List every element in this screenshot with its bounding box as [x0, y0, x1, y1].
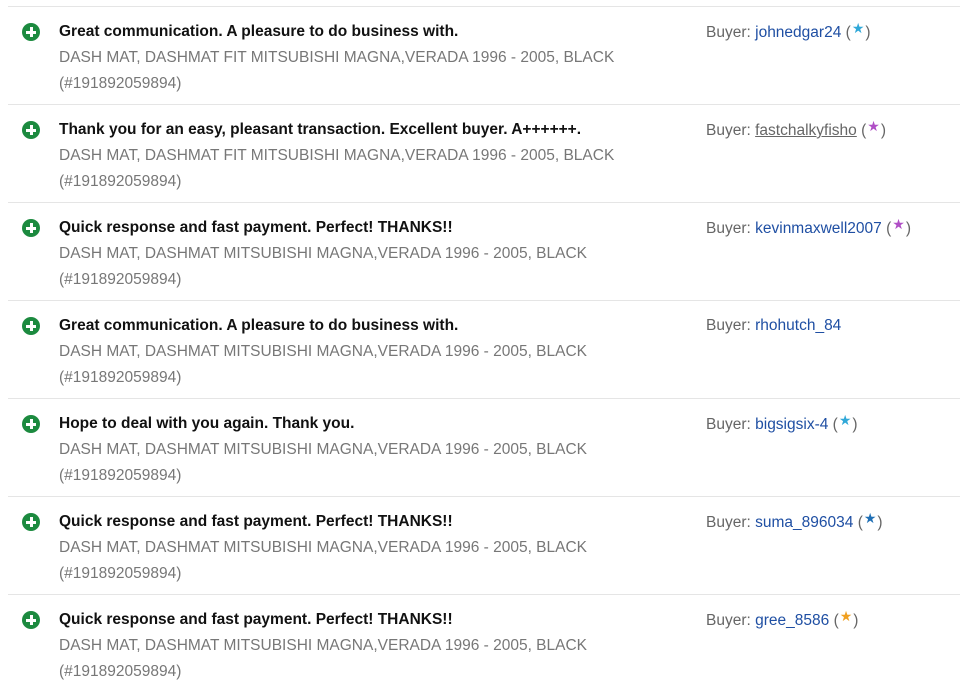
buyer-username-link[interactable]: fastchalkyfisho — [755, 122, 857, 139]
feedback-row: Thank you for an easy, pleasant transact… — [8, 104, 960, 202]
buyer-username-link[interactable]: gree_8586 — [755, 612, 829, 629]
item-title: DASH MAT, DASHMAT MITSUBISHI MAGNA,VERAD… — [59, 633, 669, 685]
item-title: DASH MAT, DASHMAT MITSUBISHI MAGNA,VERAD… — [59, 535, 669, 587]
buyer-prefix: Buyer: — [706, 122, 751, 139]
paren-open: ( — [845, 24, 851, 41]
positive-rating-icon — [22, 317, 40, 335]
feedback-star-icon[interactable]: ★ — [892, 213, 905, 235]
buyer-username-link[interactable]: suma_896034 — [755, 514, 853, 531]
buyer-prefix: Buyer: — [706, 612, 751, 629]
feedback-comment: Great communication. A pleasure to do bu… — [59, 317, 459, 334]
item-name: DASH MAT, DASHMAT MITSUBISHI MAGNA,VERAD… — [59, 441, 588, 458]
positive-rating-icon — [22, 415, 40, 433]
feedback-row: Quick response and fast payment. Perfect… — [8, 594, 960, 692]
item-title: DASH MAT, DASHMAT FIT MITSUBISHI MAGNA,V… — [59, 143, 669, 195]
item-title: DASH MAT, DASHMAT MITSUBISHI MAGNA,VERAD… — [59, 241, 669, 293]
positive-rating-icon — [22, 219, 40, 237]
paren-close: ) — [877, 514, 883, 531]
paren-open: ( — [832, 416, 838, 433]
item-name: DASH MAT, DASHMAT MITSUBISHI MAGNA,VERAD… — [59, 539, 588, 556]
item-number: (#191892059894) — [59, 369, 182, 386]
feedback-list: Great communication. A pleasure to do bu… — [0, 0, 960, 692]
feedback-comment: Great communication. A pleasure to do bu… — [59, 23, 459, 40]
buyer-info: Buyer: fastchalkyfisho (★) — [706, 118, 887, 142]
item-name: DASH MAT, DASHMAT FIT MITSUBISHI MAGNA,V… — [59, 49, 615, 66]
paren-open: ( — [861, 122, 867, 139]
feedback-row: Hope to deal with you again. Thank you. … — [8, 398, 960, 496]
buyer-prefix: Buyer: — [706, 220, 751, 237]
item-name: DASH MAT, DASHMAT FIT MITSUBISHI MAGNA,V… — [59, 147, 615, 164]
buyer-info: Buyer: kevinmaxwell2007 (★) — [706, 216, 911, 240]
feedback-row: Great communication. A pleasure to do bu… — [8, 300, 960, 398]
buyer-prefix: Buyer: — [706, 416, 751, 433]
feedback-comment: Quick response and fast payment. Perfect… — [59, 611, 453, 628]
buyer-username-link[interactable]: rhohutch_84 — [755, 317, 841, 334]
item-number: (#191892059894) — [59, 75, 182, 92]
item-name: DASH MAT, DASHMAT MITSUBISHI MAGNA,VERAD… — [59, 245, 588, 262]
paren-open: ( — [833, 612, 839, 629]
buyer-info: Buyer: suma_896034 (★) — [706, 510, 883, 534]
item-title: DASH MAT, DASHMAT FIT MITSUBISHI MAGNA,V… — [59, 45, 669, 97]
paren-close: ) — [852, 416, 858, 433]
feedback-comment: Hope to deal with you again. Thank you. — [59, 415, 355, 432]
feedback-comment: Thank you for an easy, pleasant transact… — [59, 121, 582, 138]
feedback-row: Quick response and fast payment. Perfect… — [8, 496, 960, 594]
feedback-star-icon[interactable]: ★ — [864, 507, 877, 529]
buyer-prefix: Buyer: — [706, 317, 751, 334]
positive-rating-icon — [22, 121, 40, 139]
paren-close: ) — [853, 612, 859, 629]
feedback-comment: Quick response and fast payment. Perfect… — [59, 513, 453, 530]
item-title: DASH MAT, DASHMAT MITSUBISHI MAGNA,VERAD… — [59, 437, 669, 489]
item-number: (#191892059894) — [59, 565, 182, 582]
buyer-info: Buyer: johnedgar24 (★) — [706, 20, 871, 44]
paren-open: ( — [857, 514, 863, 531]
feedback-star-icon[interactable]: ★ — [867, 115, 880, 137]
item-name: DASH MAT, DASHMAT MITSUBISHI MAGNA,VERAD… — [59, 637, 588, 654]
paren-close: ) — [905, 220, 911, 237]
buyer-username-link[interactable]: bigsigsix-4 — [755, 416, 828, 433]
buyer-info: Buyer: rhohutch_84 — [706, 315, 841, 337]
item-number: (#191892059894) — [59, 467, 182, 484]
paren-close: ) — [880, 122, 887, 139]
buyer-username-link[interactable]: kevinmaxwell2007 — [755, 220, 882, 237]
feedback-row: Great communication. A pleasure to do bu… — [8, 6, 960, 104]
buyer-username-link[interactable]: johnedgar24 — [755, 24, 841, 41]
feedback-star-icon[interactable]: ★ — [840, 605, 853, 627]
paren-close: ) — [865, 24, 871, 41]
buyer-prefix: Buyer: — [706, 24, 751, 41]
feedback-comment: Quick response and fast payment. Perfect… — [59, 219, 453, 236]
positive-rating-icon — [22, 23, 40, 41]
paren-open: ( — [886, 220, 892, 237]
item-number: (#191892059894) — [59, 271, 182, 288]
feedback-star-icon[interactable]: ★ — [852, 17, 865, 39]
feedback-star-icon[interactable]: ★ — [839, 409, 852, 431]
item-number: (#191892059894) — [59, 173, 182, 190]
item-title: DASH MAT, DASHMAT MITSUBISHI MAGNA,VERAD… — [59, 339, 669, 391]
buyer-prefix: Buyer: — [706, 514, 751, 531]
positive-rating-icon — [22, 611, 40, 629]
feedback-row: Quick response and fast payment. Perfect… — [8, 202, 960, 300]
positive-rating-icon — [22, 513, 40, 531]
item-name: DASH MAT, DASHMAT MITSUBISHI MAGNA,VERAD… — [59, 343, 588, 360]
item-number: (#191892059894) — [59, 663, 182, 680]
buyer-info: Buyer: bigsigsix-4 (★) — [706, 412, 858, 436]
buyer-info: Buyer: gree_8586 (★) — [706, 608, 859, 632]
